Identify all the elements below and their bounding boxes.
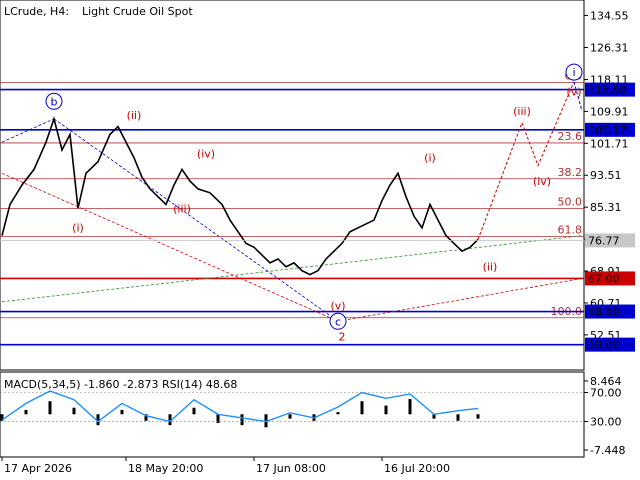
y-tick-label-0: 134.55 bbox=[590, 9, 629, 22]
y-tick-label-4: 101.71 bbox=[590, 137, 629, 150]
y-tick-label-5: 93.51 bbox=[590, 169, 622, 182]
ind-y-tick-label-1: 70.00 bbox=[590, 387, 622, 400]
current-price-tag-label: 76.77 bbox=[588, 234, 620, 247]
level-tag-label-1: 105.17 bbox=[588, 124, 627, 137]
level-tag-label-4: 50.00 bbox=[588, 339, 620, 352]
chart-header-symbol: LCrude, H4: bbox=[4, 5, 69, 18]
macd-hist-bar-20 bbox=[476, 414, 480, 419]
y-tick-label-1: 126.31 bbox=[590, 42, 629, 55]
macd-hist-bar-2 bbox=[48, 401, 52, 415]
wave-label-10: (v) bbox=[566, 85, 581, 98]
wave-label-7: (ii) bbox=[483, 261, 498, 274]
ind-y-tick-label-2: 30.00 bbox=[590, 416, 622, 429]
wave-label-5: 2 bbox=[339, 331, 346, 344]
wave-label-8: (iii) bbox=[513, 105, 531, 118]
macd-hist-bar-12 bbox=[288, 414, 292, 419]
macd-hist-bar-17 bbox=[408, 399, 412, 415]
price-panel-frame bbox=[0, 0, 585, 371]
macd-hist-bar-3 bbox=[72, 407, 76, 415]
macd-hist-bar-16 bbox=[384, 405, 388, 415]
fib-level-label-1: 23.6 bbox=[558, 130, 583, 143]
level-tag-label-3: 58.50 bbox=[588, 306, 620, 319]
level-tag-label-0: 115.50 bbox=[588, 84, 627, 97]
wave-label-3: (iv) bbox=[197, 148, 215, 161]
x-tick-label-3: 16 Jul 20:00 bbox=[384, 462, 450, 475]
macd-hist-bar-14 bbox=[336, 412, 340, 415]
x-tick-label-2: 17 Jun 08:00 bbox=[256, 462, 326, 475]
chart-header-name: Light Crude Oil Spot bbox=[82, 5, 193, 18]
fib-level-label-2: 38.2 bbox=[558, 166, 583, 179]
x-tick-label-1: 18 May 20:00 bbox=[128, 462, 203, 475]
indicator-header: MACD(5,34,5) -1.860 -2.873 RSI(14) 48.68 bbox=[4, 378, 237, 391]
wave-circle-label-2: i bbox=[572, 66, 575, 79]
chart-canvas: 0.023.638.250.061.8100.0(i)(ii)(iii)(iv)… bbox=[0, 0, 635, 475]
y-tick-label-3: 109.91 bbox=[590, 105, 629, 118]
ind-y-tick-label-3: -7.448 bbox=[590, 444, 625, 457]
macd-hist-bar-1 bbox=[24, 409, 28, 415]
wave-circle-label-0: b bbox=[51, 95, 58, 108]
wave-label-6: (i) bbox=[424, 152, 436, 165]
wave-label-2: (iii) bbox=[173, 202, 191, 215]
wave-label-9: (iv) bbox=[533, 175, 551, 188]
x-tick-label-0: 17 Apr 2026 bbox=[4, 462, 72, 475]
macd-hist-bar-19 bbox=[456, 414, 460, 421]
wave-label-1: (ii) bbox=[127, 109, 142, 122]
wave-label-0: (i) bbox=[72, 222, 84, 235]
wave-label-4: (v) bbox=[330, 300, 345, 313]
macd-hist-bar-10 bbox=[240, 414, 244, 426]
level-tag-label-2: 67.00 bbox=[588, 272, 620, 285]
y-tick-label-6: 85.31 bbox=[590, 201, 622, 214]
fib-level-label-4: 61.8 bbox=[558, 223, 583, 236]
macd-hist-bar-5 bbox=[120, 409, 124, 415]
macd-hist-bar-8 bbox=[192, 407, 196, 415]
fib-level-label-3: 50.0 bbox=[558, 195, 583, 208]
wave-circle-label-1: c bbox=[335, 315, 341, 328]
macd-hist-bar-15 bbox=[360, 401, 364, 415]
